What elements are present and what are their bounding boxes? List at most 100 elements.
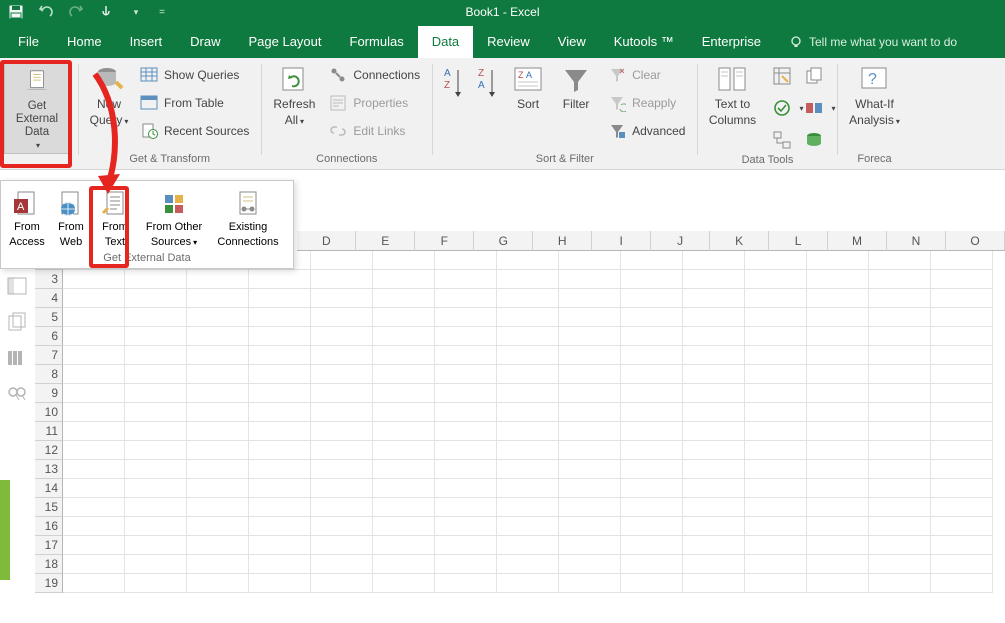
- cell[interactable]: [63, 536, 125, 555]
- cell[interactable]: [931, 346, 993, 365]
- cell[interactable]: [559, 460, 621, 479]
- cell[interactable]: [931, 289, 993, 308]
- column-header[interactable]: L: [769, 231, 828, 251]
- cell[interactable]: [559, 308, 621, 327]
- cell[interactable]: [683, 422, 745, 441]
- row-header[interactable]: 17: [35, 536, 63, 555]
- cell[interactable]: [311, 251, 373, 270]
- connections-button[interactable]: Connections: [325, 64, 424, 86]
- cell[interactable]: [311, 479, 373, 498]
- rail-navpane-icon[interactable]: [7, 276, 27, 296]
- cell[interactable]: [249, 365, 311, 384]
- cell[interactable]: [745, 460, 807, 479]
- cell[interactable]: [311, 365, 373, 384]
- cell[interactable]: [249, 441, 311, 460]
- cell[interactable]: [311, 574, 373, 593]
- cell[interactable]: [559, 517, 621, 536]
- cell[interactable]: [311, 346, 373, 365]
- cell[interactable]: [497, 574, 559, 593]
- cell[interactable]: [249, 403, 311, 422]
- cell[interactable]: [373, 441, 435, 460]
- cell[interactable]: [435, 327, 497, 346]
- from-text-button[interactable]: From Text: [93, 187, 137, 250]
- cell[interactable]: [435, 536, 497, 555]
- cell[interactable]: [187, 270, 249, 289]
- cell[interactable]: [745, 422, 807, 441]
- row-header[interactable]: 9: [35, 384, 63, 403]
- cell[interactable]: [311, 555, 373, 574]
- cell[interactable]: [63, 270, 125, 289]
- cell[interactable]: [63, 441, 125, 460]
- cell[interactable]: [63, 327, 125, 346]
- manage-data-model-button[interactable]: [801, 126, 829, 154]
- cell[interactable]: [931, 498, 993, 517]
- cell[interactable]: [869, 574, 931, 593]
- column-header[interactable]: N: [887, 231, 946, 251]
- cell[interactable]: [249, 536, 311, 555]
- cell[interactable]: [807, 536, 869, 555]
- cell[interactable]: [497, 460, 559, 479]
- new-query-button[interactable]: New Query▾: [86, 62, 132, 142]
- cell[interactable]: [63, 517, 125, 536]
- cell[interactable]: [807, 289, 869, 308]
- cell[interactable]: [249, 479, 311, 498]
- tab-enterprise[interactable]: Enterprise: [688, 26, 775, 58]
- cell[interactable]: [187, 498, 249, 517]
- cell[interactable]: [559, 536, 621, 555]
- cell[interactable]: [683, 498, 745, 517]
- cell[interactable]: [373, 403, 435, 422]
- cell[interactable]: [125, 479, 187, 498]
- get-external-data-button[interactable]: Get External Data ▾: [4, 62, 70, 154]
- cell[interactable]: [683, 327, 745, 346]
- cell[interactable]: [931, 517, 993, 536]
- row-header[interactable]: 6: [35, 327, 63, 346]
- cell[interactable]: [745, 517, 807, 536]
- cell[interactable]: [497, 384, 559, 403]
- cell[interactable]: [683, 555, 745, 574]
- column-header[interactable]: E: [356, 231, 415, 251]
- redo-icon[interactable]: [68, 4, 84, 20]
- row-header[interactable]: 10: [35, 403, 63, 422]
- flash-fill-button[interactable]: [769, 62, 797, 90]
- cell[interactable]: [559, 555, 621, 574]
- cell[interactable]: [683, 365, 745, 384]
- advanced-filter-button[interactable]: Advanced: [604, 120, 689, 142]
- cell[interactable]: [683, 289, 745, 308]
- cell[interactable]: [435, 403, 497, 422]
- cell[interactable]: [683, 441, 745, 460]
- cell[interactable]: [311, 403, 373, 422]
- cell[interactable]: [125, 441, 187, 460]
- tab-review[interactable]: Review: [473, 26, 544, 58]
- cell[interactable]: [621, 403, 683, 422]
- from-other-sources-button[interactable]: From Other Sources▾: [137, 187, 211, 250]
- cell[interactable]: [125, 365, 187, 384]
- from-access-button[interactable]: A From Access: [5, 187, 49, 250]
- cell[interactable]: [125, 308, 187, 327]
- cell[interactable]: [621, 517, 683, 536]
- cell[interactable]: [187, 441, 249, 460]
- rail-sheets-icon[interactable]: [7, 312, 27, 332]
- cell[interactable]: [683, 308, 745, 327]
- cell[interactable]: [807, 251, 869, 270]
- relationships-button[interactable]: [769, 126, 797, 154]
- cell[interactable]: [559, 251, 621, 270]
- cell[interactable]: [931, 327, 993, 346]
- cell[interactable]: [373, 536, 435, 555]
- row-header[interactable]: 12: [35, 441, 63, 460]
- rail-area-icon[interactable]: [7, 348, 27, 368]
- cell[interactable]: [683, 403, 745, 422]
- cell[interactable]: [187, 289, 249, 308]
- cell[interactable]: [621, 270, 683, 289]
- cell[interactable]: [931, 384, 993, 403]
- cell[interactable]: [63, 498, 125, 517]
- cell[interactable]: [63, 346, 125, 365]
- row-header[interactable]: 16: [35, 517, 63, 536]
- cell[interactable]: [559, 270, 621, 289]
- cell[interactable]: [745, 289, 807, 308]
- cell[interactable]: [683, 479, 745, 498]
- cell[interactable]: [621, 536, 683, 555]
- cell[interactable]: [745, 403, 807, 422]
- show-queries-button[interactable]: Show Queries: [136, 64, 253, 86]
- cell[interactable]: [373, 498, 435, 517]
- cell[interactable]: [497, 555, 559, 574]
